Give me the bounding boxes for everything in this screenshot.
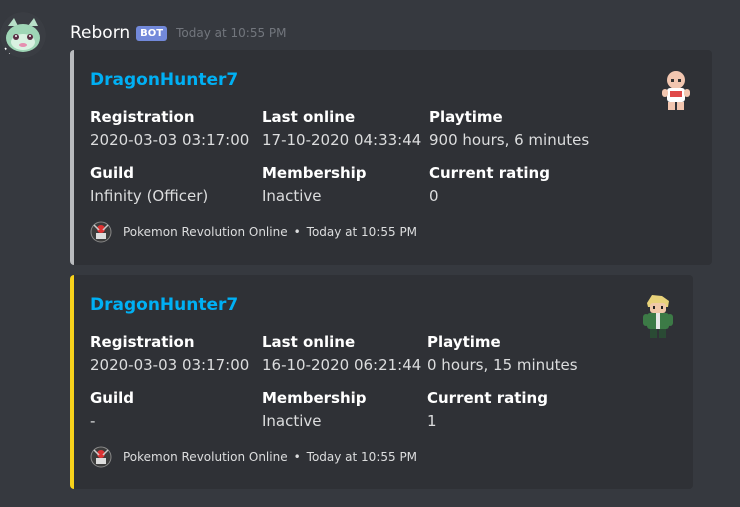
embed-footer: Pokemon Revolution Online • Today at 10:…: [90, 446, 417, 468]
username[interactable]: Reborn: [70, 23, 130, 43]
footer-timestamp: Today at 10:55 PM: [306, 225, 418, 239]
embed-accent-bar: [70, 50, 74, 265]
pokemon-revolution-logo-icon: [90, 221, 112, 243]
field-membership: Membership Inactive: [262, 389, 367, 430]
field-name: Current rating: [429, 164, 550, 182]
field-value: Infinity (Officer): [90, 187, 209, 205]
field-name: Membership: [262, 389, 367, 407]
player-embed: DragonHunter7 Registration 2020-03-03 03…: [70, 275, 693, 489]
field-value: 900 hours, 6 minutes: [429, 131, 590, 149]
field-name: Registration: [90, 108, 195, 126]
bald-character-sprite-icon: [662, 71, 690, 110]
embed-thumbnail[interactable]: [638, 293, 678, 338]
embed-title-link[interactable]: DragonHunter7: [90, 295, 238, 315]
field-current-rating: Current rating 1: [427, 389, 548, 430]
field-name: Playtime: [427, 333, 501, 351]
field-value: 0 hours, 15 minutes: [427, 356, 578, 374]
bot-badge: BOT: [136, 25, 168, 41]
footer-timestamp: Today at 10:55 PM: [306, 450, 418, 464]
field-name: Guild: [90, 389, 135, 407]
footer-text: Pokemon Revolution Online: [123, 450, 288, 464]
field-value: 16-10-2020 06:21:44: [262, 356, 422, 374]
field-guild: Guild -: [90, 389, 134, 430]
player-embed: DragonHunter7 Registration 2020-03-03 03…: [70, 50, 712, 265]
field-value: Inactive: [262, 187, 322, 205]
pokemon-revolution-logo-icon: [90, 446, 112, 468]
field-name: Membership: [262, 164, 367, 182]
field-value: 0: [429, 187, 439, 205]
footer-text: Pokemon Revolution Online: [123, 225, 288, 239]
blonde-trainer-sprite-icon: [643, 295, 673, 338]
embed-title-link[interactable]: DragonHunter7: [90, 70, 238, 90]
embed-accent-bar: [70, 275, 74, 489]
bot-avatar[interactable]: [0, 12, 46, 58]
field-last-online: Last online 16-10-2020 06:21:44: [262, 333, 421, 374]
field-name: Last online: [262, 108, 356, 126]
field-name: Last online: [262, 333, 356, 351]
field-guild: Guild Infinity (Officer): [90, 164, 208, 205]
field-current-rating: Current rating 0: [429, 164, 550, 205]
field-value: -: [90, 412, 96, 430]
embed-thumbnail[interactable]: [656, 68, 696, 112]
footer-separator: •: [293, 225, 301, 239]
field-registration: Registration 2020-03-03 03:17:00: [90, 333, 249, 374]
field-value: 2020-03-03 03:17:00: [90, 131, 250, 149]
field-membership: Membership Inactive: [262, 164, 367, 205]
chat-message: Reborn BOT Today at 10:55 PM DragonHunte…: [0, 0, 740, 507]
field-value: 1: [427, 412, 437, 430]
message-header: Reborn BOT Today at 10:55 PM: [70, 21, 287, 45]
field-value: 17-10-2020 04:33:44: [262, 131, 422, 149]
field-name: Current rating: [427, 389, 548, 407]
field-last-online: Last online 17-10-2020 04:33:44: [262, 108, 421, 149]
embed-footer: Pokemon Revolution Online • Today at 10:…: [90, 221, 417, 243]
dragon-avatar-icon: [0, 12, 46, 58]
field-value: 2020-03-03 03:17:00: [90, 356, 250, 374]
field-playtime: Playtime 0 hours, 15 minutes: [427, 333, 578, 374]
field-registration: Registration 2020-03-03 03:17:00: [90, 108, 249, 149]
message-timestamp: Today at 10:55 PM: [176, 26, 287, 40]
field-value: Inactive: [262, 412, 322, 430]
field-name: Registration: [90, 333, 195, 351]
field-name: Playtime: [429, 108, 503, 126]
field-name: Guild: [90, 164, 135, 182]
footer-separator: •: [293, 450, 301, 464]
field-playtime: Playtime 900 hours, 6 minutes: [429, 108, 589, 149]
